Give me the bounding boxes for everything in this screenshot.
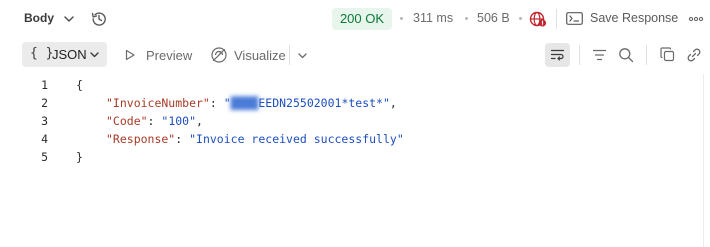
chevron-down-icon[interactable] [62, 12, 76, 26]
json-comma: , [389, 96, 397, 110]
response-time[interactable]: 311 ms [413, 11, 453, 25]
link-icon[interactable] [686, 47, 702, 63]
more-horizontal-icon[interactable] [688, 13, 704, 25]
play-icon[interactable] [124, 49, 136, 61]
open-brace: { [76, 78, 83, 92]
separator-dot [465, 17, 468, 20]
format-dropdown[interactable]: { } JSON [22, 42, 107, 67]
body-tab-label[interactable]: Body [24, 11, 54, 25]
line-number: 4 [41, 132, 48, 146]
response-header-bar: Body 200 OK 311 ms 506 B Save Response [0, 0, 710, 38]
json-entry: "InvoiceNumber": "████EEDN25502001*test*… [106, 96, 397, 110]
visualize-button[interactable]: Visualize [234, 48, 286, 63]
json-key: "Code" [106, 114, 148, 128]
history-icon[interactable] [90, 10, 108, 28]
json-entry: "Code": "100", [106, 114, 203, 128]
format-label: JSON [52, 47, 87, 62]
preview-button[interactable]: Preview [146, 48, 192, 63]
json-entry: "Response": "Invoice received successful… [106, 132, 404, 146]
visualize-icon[interactable] [210, 46, 228, 64]
save-response-button[interactable]: Save Response [590, 11, 678, 25]
save-response-icon[interactable] [566, 12, 583, 25]
divider [579, 45, 580, 65]
line-number: 5 [41, 150, 48, 164]
copy-icon[interactable] [660, 47, 675, 62]
json-comma: , [196, 114, 203, 128]
code-line: 5 } [0, 148, 700, 166]
filter-icon[interactable] [592, 48, 607, 62]
close-brace: } [76, 150, 83, 164]
separator-dot [400, 17, 403, 20]
divider [646, 45, 647, 65]
redacted-text: ████ [230, 96, 259, 110]
divider [289, 45, 290, 65]
wrap-lines-button[interactable] [545, 43, 570, 67]
line-number: 3 [41, 114, 48, 128]
response-body-viewer[interactable]: 1 { 2 "InvoiceNumber": "████EEDN25502001… [0, 74, 710, 247]
response-size[interactable]: 506 B [477, 11, 510, 25]
json-value: "100" [161, 114, 197, 128]
status-badge[interactable]: 200 OK [332, 8, 392, 30]
code-line: 3 "Code": "100", [0, 112, 700, 130]
json-value: "Invoice received successfully" [189, 132, 404, 146]
json-colon: : [175, 132, 190, 146]
braces-icon: { } [30, 46, 54, 61]
line-number: 2 [41, 96, 48, 110]
globe-warning-icon[interactable] [529, 10, 547, 28]
wrap-lines-icon [550, 49, 565, 61]
json-key: "Response" [106, 132, 176, 146]
panel-border [703, 74, 704, 247]
json-colon: : [209, 96, 224, 110]
json-colon: : [147, 114, 162, 128]
line-number: 1 [41, 78, 48, 92]
json-quote: " [223, 96, 231, 110]
separator-dot [519, 17, 522, 20]
response-view-toolbar: { } JSON Preview Visualize [0, 40, 710, 70]
code-line: 4 "Response": "Invoice received successf… [0, 130, 700, 148]
chevron-down-icon [90, 52, 99, 58]
json-key: "InvoiceNumber" [106, 96, 210, 110]
code-line: 1 { [0, 76, 700, 94]
chevron-down-icon[interactable] [296, 49, 309, 62]
divider [556, 9, 557, 29]
search-icon[interactable] [618, 47, 634, 63]
code-line: 2 "InvoiceNumber": "████EEDN25502001*tes… [0, 94, 700, 112]
json-value: EEDN25502001*test*" [258, 96, 390, 110]
